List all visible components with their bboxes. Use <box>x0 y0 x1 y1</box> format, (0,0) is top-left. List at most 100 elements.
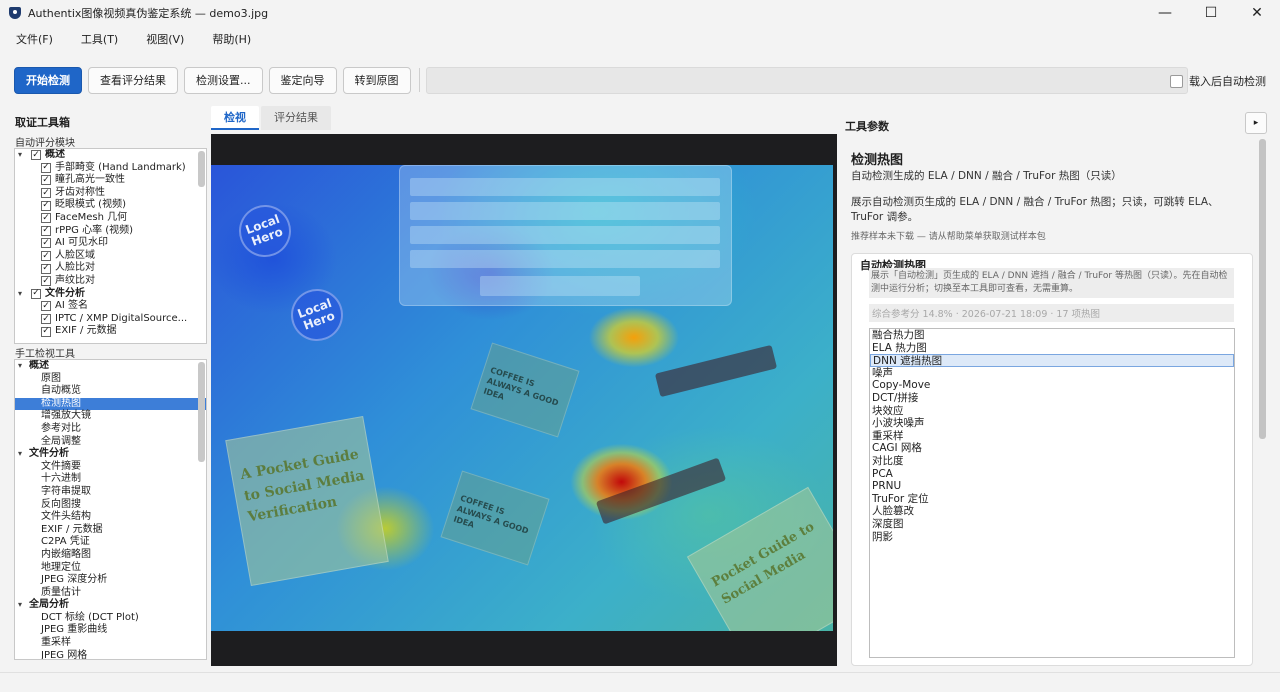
tool-row[interactable]: 内嵌缩略图 <box>15 549 206 562</box>
manual-tools-tree[interactable]: ▾ 概述 原图 自动概览 检测热图 增强放大镜 参考对比 全局调整 ▾ 文件分析 文件摘要 十六进制字… <box>14 359 207 660</box>
heatmap-list-item[interactable]: TruFor 定位 <box>870 493 1234 506</box>
menu-file[interactable]: 文件(F) <box>8 31 61 47</box>
module-checkbox[interactable]: ✓ <box>41 301 51 312</box>
auto-module-row[interactable]: ✓ AI 签名 <box>15 300 206 313</box>
tool-row[interactable]: 参考对比 <box>15 423 206 436</box>
auto-group-row[interactable]: ▾ ✓ 文件分析 <box>15 288 206 301</box>
minimize-button[interactable]: — <box>1142 0 1188 26</box>
heatmap-list-item[interactable]: DCT/拼接 <box>870 392 1234 405</box>
tool-row[interactable]: C2PA 凭证 <box>15 536 206 549</box>
menu-view[interactable]: 视图(V) <box>138 31 192 47</box>
module-checkbox[interactable]: ✓ <box>41 263 51 274</box>
tool-row[interactable]: 反向图搜 <box>15 499 206 512</box>
wizard-button[interactable]: 鉴定向导 <box>268 66 337 94</box>
menu-tools[interactable]: 工具(T) <box>73 31 126 47</box>
module-checkbox[interactable]: ✓ <box>41 251 51 262</box>
heatmap-list-item[interactable]: 块效应 <box>870 405 1234 418</box>
heatmap-list-item[interactable]: 融合热力图 <box>870 329 1234 342</box>
module-checkbox[interactable]: ✓ <box>41 225 51 236</box>
heatmap-list-item[interactable]: 深度图 <box>870 518 1234 531</box>
heatmap-list-item[interactable]: PRNU <box>870 480 1234 493</box>
tool-row[interactable]: 全局调整 <box>15 436 206 449</box>
tool-row[interactable]: 文件摘要 <box>15 461 206 474</box>
heatmap-list-item[interactable]: CAGI 网格 <box>870 442 1234 455</box>
tab-inspect[interactable]: 检视 <box>211 106 259 130</box>
close-button[interactable]: ✕ <box>1234 0 1280 26</box>
view-scores-button[interactable]: 查看评分结果 <box>88 66 178 94</box>
tool-row[interactable]: JPEG 网格 <box>15 650 206 659</box>
auto-module-row[interactable]: ✓ rPPG 心率 (视频) <box>15 225 206 238</box>
tool-row[interactable]: 字符串提取 <box>15 486 206 499</box>
module-checkbox[interactable]: ✓ <box>41 200 51 211</box>
module-checkbox[interactable]: ✓ <box>41 162 51 173</box>
auto-tree-scrollbar[interactable] <box>198 151 205 187</box>
tool-group-row[interactable]: ▾ 文件分析 <box>15 448 206 461</box>
auto-detect-toggle[interactable]: 载入后自动检测 <box>1170 73 1266 89</box>
tool-row[interactable]: 质量估计 <box>15 587 206 600</box>
menu-help[interactable]: 帮助(H) <box>204 31 259 47</box>
detection-settings-button[interactable]: 检测设置... <box>184 66 263 94</box>
start-detection-button[interactable]: 开始检测 <box>14 66 82 94</box>
module-checkbox[interactable]: ✓ <box>41 175 51 186</box>
heatmap-list-item[interactable]: 对比度 <box>870 455 1234 468</box>
maximize-button[interactable]: ☐ <box>1188 0 1234 26</box>
heatmap-image[interactable]: Local Hero Local Hero COFFEE IS ALWAYS A… <box>211 165 833 631</box>
auto-module-row[interactable]: ✓ FaceMesh 几何 <box>15 212 206 225</box>
expand-arrow-icon[interactable]: ▾ <box>15 448 25 461</box>
heatmap-list-item[interactable]: PCA <box>870 468 1234 481</box>
auto-module-row[interactable]: ✓ 人脸区域 <box>15 250 206 263</box>
module-checkbox[interactable]: ✓ <box>41 188 51 199</box>
module-checkbox[interactable]: ✓ <box>31 288 41 299</box>
expand-arrow-icon[interactable]: ▾ <box>15 288 25 301</box>
heatmap-list-item[interactable]: 人脸篡改 <box>870 505 1234 518</box>
heatmap-list-item[interactable]: 阴影 <box>870 531 1234 544</box>
heatmap-list-item[interactable]: 噪声 <box>870 367 1234 380</box>
tab-score-results[interactable]: 评分结果 <box>261 106 331 130</box>
right-panel-scrollbar[interactable] <box>1259 139 1266 439</box>
module-checkbox[interactable]: ✓ <box>31 150 41 161</box>
tool-row[interactable]: JPEG 深度分析 <box>15 574 206 587</box>
auto-detect-checkbox[interactable] <box>1170 74 1183 88</box>
tool-row[interactable]: DCT 标绘 (DCT Plot) <box>15 612 206 625</box>
tool-row[interactable]: JPEG 重影曲线 <box>15 624 206 637</box>
auto-module-row[interactable]: ✓ 声纹比对 <box>15 275 206 288</box>
heatmap-list-item[interactable]: ELA 热力图 <box>870 342 1234 355</box>
auto-module-row[interactable]: ✓ 瞳孔高光一致性 <box>15 174 206 187</box>
expand-arrow-icon[interactable]: ▾ <box>15 360 25 373</box>
tool-row[interactable]: 自动概览 <box>15 385 206 398</box>
expand-arrow-icon[interactable]: ▾ <box>15 149 25 162</box>
module-checkbox[interactable]: ✓ <box>41 326 51 337</box>
auto-module-row[interactable]: ✓ 人脸比对 <box>15 262 206 275</box>
tool-row[interactable]: 重采样 <box>15 637 206 650</box>
auto-modules-tree[interactable]: ▾ ✓ 概述 ✓ 手部畸变 (Hand Landmark) ✓ 瞳孔高光一致性 ✓ 牙齿对称性 ✓… <box>14 148 207 344</box>
auto-module-row[interactable]: ✓ AI 可见水印 <box>15 237 206 250</box>
auto-module-row[interactable]: ✓ IPTC / XMP DigitalSource... <box>15 313 206 326</box>
module-checkbox[interactable]: ✓ <box>41 276 51 287</box>
module-checkbox[interactable]: ✓ <box>41 314 51 325</box>
module-checkbox[interactable]: ✓ <box>41 238 51 249</box>
tool-group-row[interactable]: ▾ 全局分析 <box>15 599 206 612</box>
collapse-panel-button[interactable]: ▸ <box>1245 112 1267 134</box>
module-checkbox[interactable]: ✓ <box>41 213 51 224</box>
heatmap-list-item[interactable]: DNN 遮挡热图 <box>870 354 1234 367</box>
manual-tree-scrollbar[interactable] <box>198 362 205 462</box>
tool-row[interactable]: EXIF / 元数据 <box>15 524 206 537</box>
auto-module-row[interactable]: ✓ 眨眼模式 (视频) <box>15 199 206 212</box>
tool-row[interactable]: 文件头结构 <box>15 511 206 524</box>
tool-group-row[interactable]: ▾ 概述 <box>15 360 206 373</box>
auto-module-row[interactable]: ✓ EXIF / 元数据 <box>15 325 206 338</box>
tool-row[interactable]: 地理定位 <box>15 562 206 575</box>
heatmap-list-item[interactable]: Copy-Move <box>870 379 1234 392</box>
image-viewer[interactable]: Local Hero Local Hero COFFEE IS ALWAYS A… <box>211 134 837 666</box>
tool-row[interactable]: 原图 <box>15 373 206 386</box>
tool-row[interactable]: 增强放大镜 <box>15 410 206 423</box>
heatmap-list-item[interactable]: 小波块噪声 <box>870 417 1234 430</box>
auto-module-row[interactable]: ✓ 牙齿对称性 <box>15 187 206 200</box>
tool-row[interactable]: 十六进制 <box>15 473 206 486</box>
tool-row[interactable]: 检测热图 <box>15 397 206 411</box>
expand-arrow-icon[interactable]: ▾ <box>15 599 25 612</box>
goto-original-button[interactable]: 转到原图 <box>342 66 411 94</box>
heatmap-list[interactable]: 融合热力图 ELA 热力图 DNN 遮挡热图 噪声 Copy-Move DCT/拼接 块效应… <box>869 328 1235 658</box>
auto-module-row[interactable]: ✓ 手部畸变 (Hand Landmark) <box>15 162 206 175</box>
auto-group-row[interactable]: ▾ ✓ 概述 <box>15 149 206 162</box>
